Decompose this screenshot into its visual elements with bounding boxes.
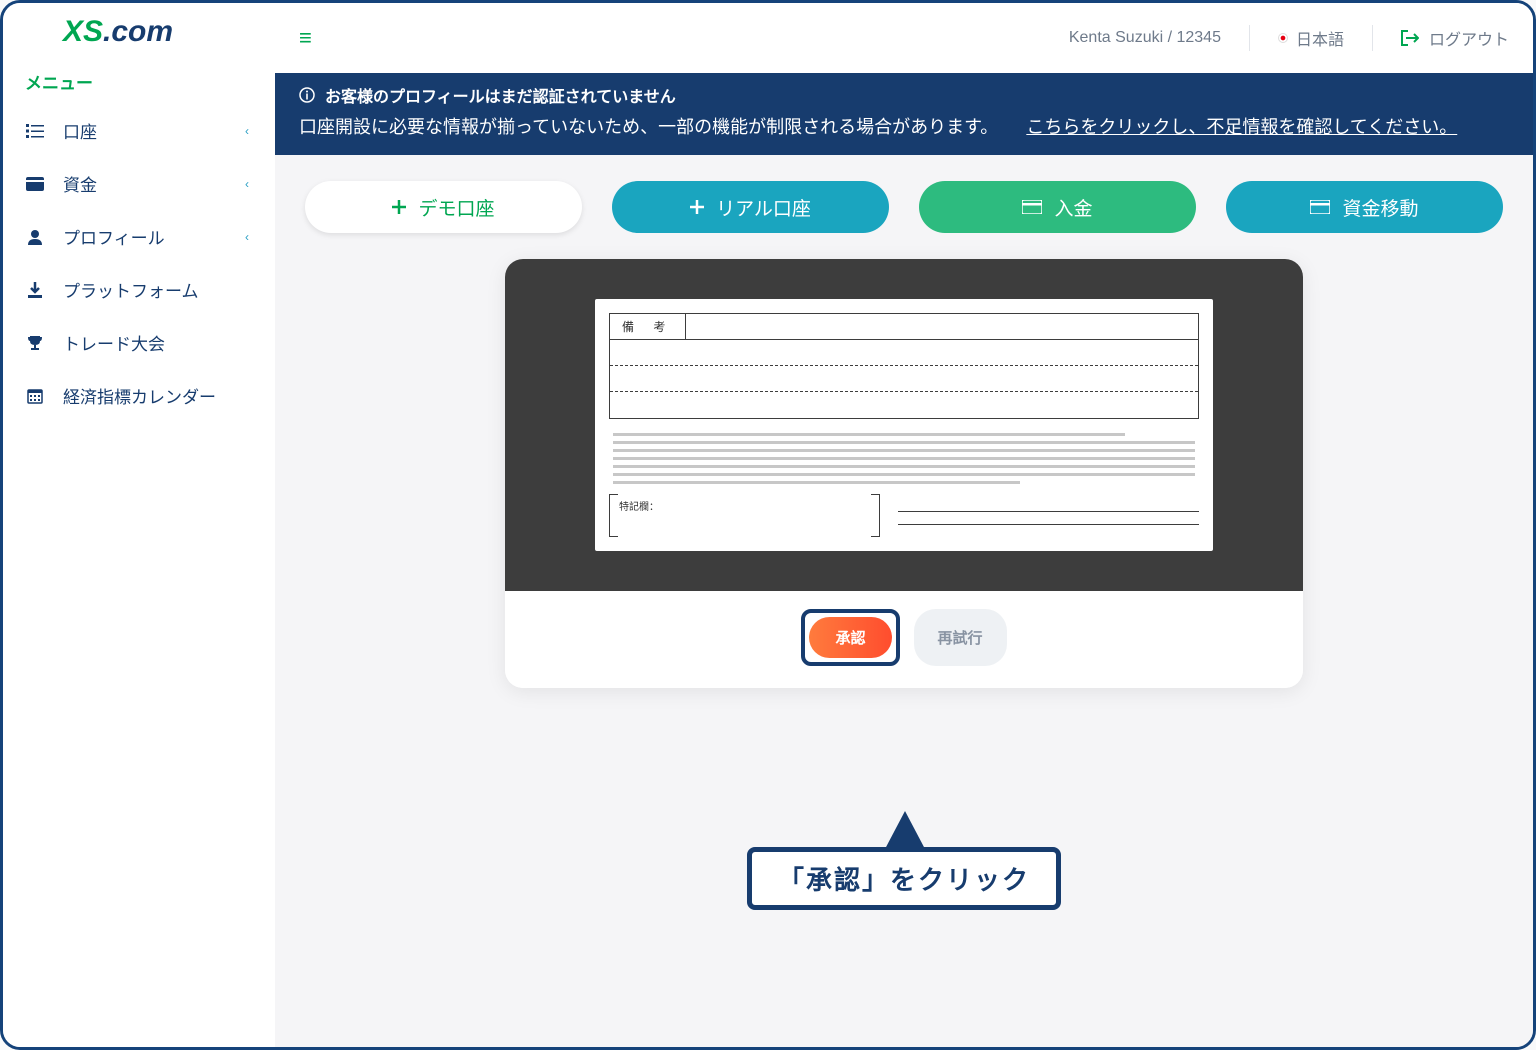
info-icon <box>299 87 315 103</box>
japan-flag-icon <box>1278 33 1288 43</box>
plus-icon <box>690 200 704 214</box>
profile-notice-banner: お客様のプロフィールはまだ認証されていません 口座開設に必要な情報が揃っていない… <box>275 73 1533 155</box>
main-content: ≡ Kenta Suzuki / 12345 日本語 ログアウト お客様のプロフ… <box>275 3 1533 1047</box>
plus-icon <box>392 200 406 214</box>
transfer-button[interactable]: 資金移動 <box>1226 181 1503 233</box>
divider <box>1249 25 1250 51</box>
notes-box: 特記欄： <box>609 494 880 537</box>
remarks-label: 備 考 <box>610 314 686 340</box>
real-account-button[interactable]: リアル口座 <box>612 181 889 233</box>
card-icon <box>1022 200 1042 214</box>
wallet-icon <box>25 177 45 191</box>
deposit-button[interactable]: 入金 <box>919 181 1196 233</box>
preview-card: 備 考 <box>505 259 1303 688</box>
notice-link[interactable]: こちらをクリックし、不足情報を確認してください。 <box>1026 117 1457 137</box>
sidebar-item-accounts[interactable]: 口座 ‹ <box>3 104 275 157</box>
button-label: リアル口座 <box>716 194 811 221</box>
notice-body-text: 口座開設に必要な情報が揃っていないため、一部の機能が制限される場合があります。 <box>299 117 998 137</box>
preview-action-bar: 承認 再試行 <box>505 591 1303 688</box>
sidebar-item-label: プラットフォーム <box>63 277 199 302</box>
sidebar-item-trading-contest[interactable]: トレード大会 <box>3 316 275 369</box>
hamburger-icon[interactable]: ≡ <box>299 25 312 51</box>
sidebar-item-label: トレード大会 <box>63 330 165 355</box>
signature-lines <box>898 511 1199 537</box>
download-icon <box>25 282 45 298</box>
user-icon <box>25 229 45 245</box>
callout-arrow <box>885 811 925 849</box>
sidebar-item-label: 経済指標カレンダー <box>63 383 216 408</box>
notes-label: 特記欄： <box>619 498 870 513</box>
sidebar-item-profile[interactable]: プロフィール ‹ <box>3 210 275 263</box>
logout-icon <box>1401 30 1419 46</box>
document-preview-wrapper: 備 考 <box>275 259 1533 688</box>
notice-title-text: お客様のプロフィールはまだ認証されていません <box>325 83 676 107</box>
instruction-callout: 「承認」をクリック <box>747 847 1061 910</box>
sidebar-item-label: 資金 <box>63 171 97 196</box>
sidebar: XS.com メニュー 口座 ‹ 資金 ‹ プロフィール ‹ <box>3 3 275 1047</box>
document-text-lines <box>609 433 1199 484</box>
document-viewer: 備 考 <box>505 259 1303 591</box>
button-label: 入金 <box>1054 194 1092 221</box>
list-icon <box>25 124 45 138</box>
document-footer: 特記欄： <box>609 494 1199 537</box>
sidebar-item-label: 口座 <box>63 118 97 143</box>
sidebar-item-funds[interactable]: 資金 ‹ <box>3 157 275 210</box>
remarks-table: 備 考 <box>609 313 1199 419</box>
demo-account-button[interactable]: デモ口座 <box>305 181 582 233</box>
chevron-left-icon: ‹ <box>245 124 253 138</box>
language-selector[interactable]: 日本語 <box>1278 26 1344 50</box>
document-page: 備 考 <box>595 299 1213 551</box>
chevron-left-icon: ‹ <box>245 177 253 191</box>
trophy-icon <box>25 335 45 351</box>
topbar: ≡ Kenta Suzuki / 12345 日本語 ログアウト <box>275 3 1533 73</box>
menu-title: メニュー <box>3 69 275 104</box>
retry-button[interactable]: 再試行 <box>914 609 1007 666</box>
action-buttons-row: デモ口座 リアル口座 入金 資金移動 <box>275 155 1533 259</box>
user-info: Kenta Suzuki / 12345 <box>1069 29 1221 47</box>
logo: XS.com <box>3 3 275 69</box>
approve-highlight-frame: 承認 <box>801 609 899 666</box>
logout-button[interactable]: ログアウト <box>1401 26 1509 50</box>
chevron-left-icon: ‹ <box>245 230 253 244</box>
card-icon <box>1310 200 1330 214</box>
sidebar-item-platform[interactable]: プラットフォーム <box>3 263 275 316</box>
sidebar-item-label: プロフィール <box>63 224 165 249</box>
logout-label: ログアウト <box>1429 26 1509 50</box>
button-label: 資金移動 <box>1342 194 1418 221</box>
divider <box>1372 25 1373 51</box>
sidebar-item-calendar[interactable]: 経済指標カレンダー <box>3 369 275 422</box>
language-label: 日本語 <box>1296 26 1344 50</box>
approve-button[interactable]: 承認 <box>809 617 891 658</box>
button-label: デモ口座 <box>418 194 494 221</box>
calendar-icon <box>25 388 45 404</box>
